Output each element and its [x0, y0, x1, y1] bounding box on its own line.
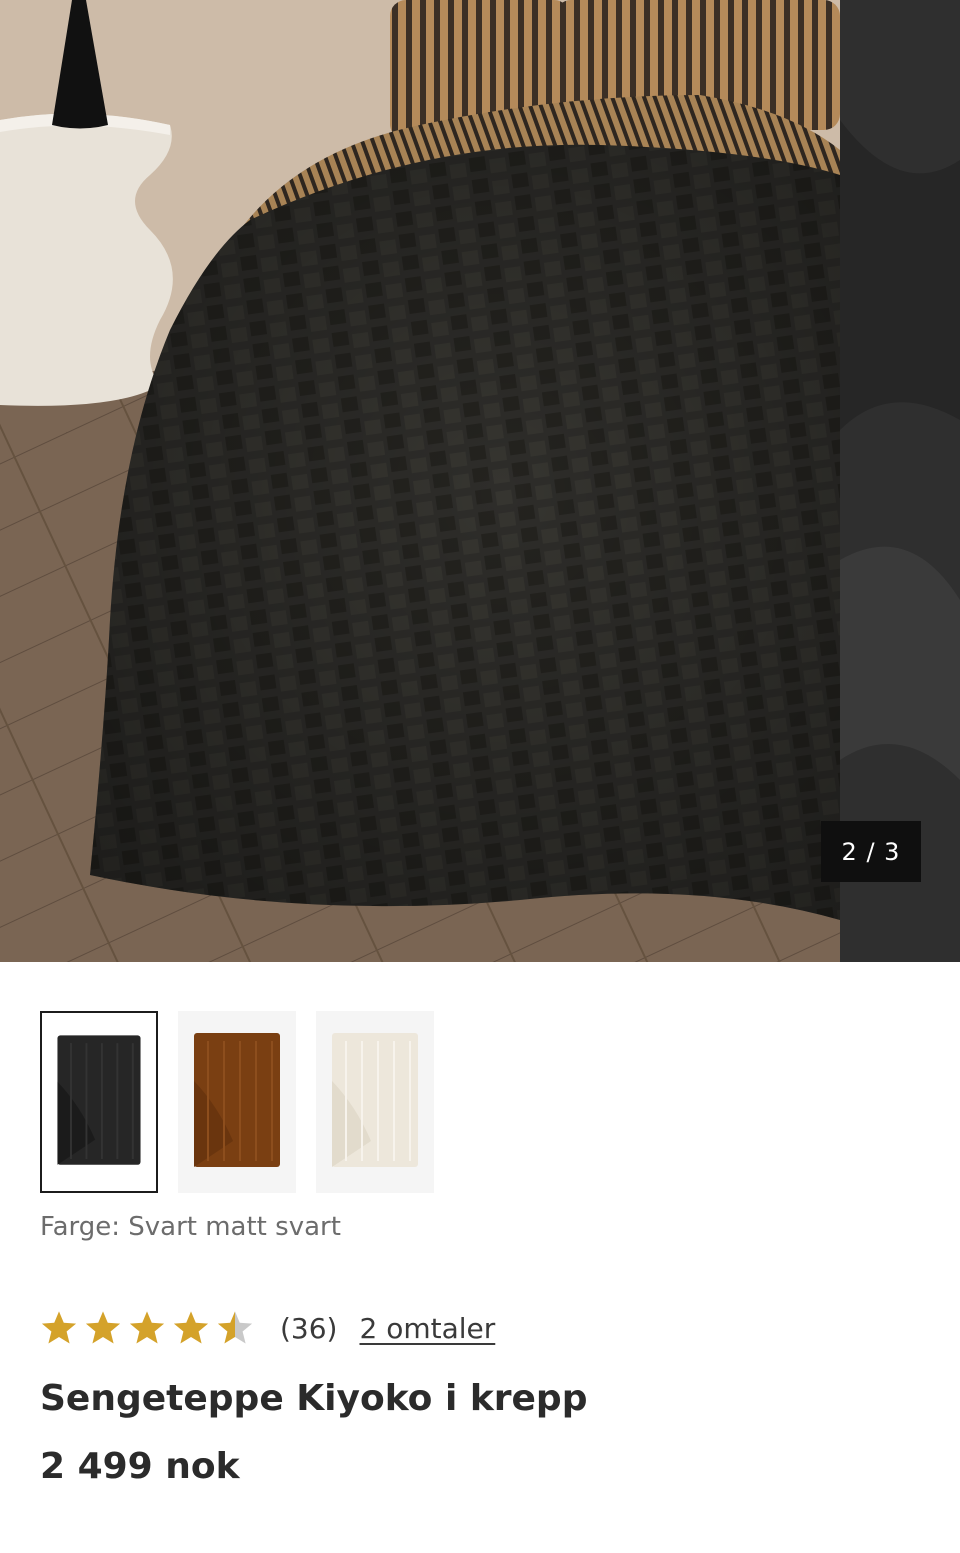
swatch-brown-image: [194, 1033, 280, 1167]
swatch-cream[interactable]: [316, 1011, 434, 1193]
image-counter: 2 / 3: [821, 821, 921, 882]
star-icon: [85, 1311, 121, 1344]
swatch-brown[interactable]: [178, 1011, 296, 1193]
product-title: Sengeteppe Kiyoko i krepp: [40, 1378, 588, 1419]
swatch-black-image: [57, 1035, 141, 1165]
color-swatches: [40, 1011, 460, 1193]
product-image-main[interactable]: [0, 0, 840, 962]
rating-count: (36): [280, 1311, 338, 1345]
product-rating: (36) 2 omtaler: [40, 1306, 495, 1350]
reviews-link[interactable]: 2 omtaler: [359, 1312, 495, 1345]
half-star-icon: [217, 1311, 253, 1344]
rating-stars: [40, 1309, 254, 1347]
star-icon: [129, 1311, 165, 1344]
swatch-black[interactable]: [40, 1011, 158, 1193]
product-price: 2 499 nok: [40, 1446, 240, 1487]
selected-color-label: Farge: Svart matt svart: [40, 1212, 341, 1242]
product-image-next[interactable]: [840, 0, 960, 962]
star-icon: [41, 1311, 77, 1344]
swatch-cream-image: [332, 1033, 418, 1167]
product-image-gallery[interactable]: 2 / 3: [0, 0, 960, 962]
star-icon: [173, 1311, 209, 1344]
